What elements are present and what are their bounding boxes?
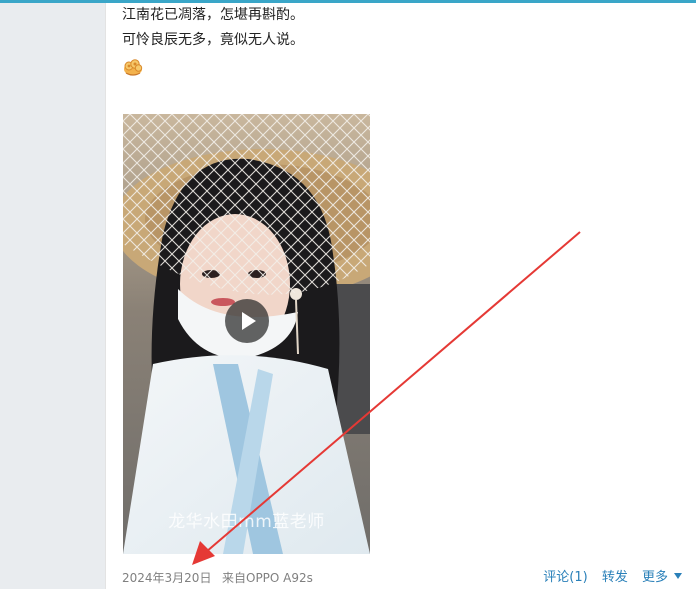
flower-bouquet-icon xyxy=(124,59,143,76)
play-button[interactable] xyxy=(225,299,269,343)
post-date[interactable]: 2024年3月20日 xyxy=(122,569,211,587)
post-actions: 评论(1) 转发 更多 xyxy=(543,569,682,587)
post-source: 来自OPPO A92s xyxy=(222,571,313,585)
comment-link[interactable]: 评论(1) xyxy=(543,569,587,587)
post-text-line-2: 可怜良辰无多，竟似无人说。 xyxy=(122,32,304,48)
video-watermark: 龙华水田mm蓝老师 xyxy=(168,512,325,532)
video-thumbnail[interactable]: 龙华水田mm蓝老师 xyxy=(123,114,370,554)
post-card: 江南花已凋落，怎堪再斟酌。 可怜良辰无多，竟似无人说。 龙华水田mm蓝老师 20… xyxy=(105,3,696,589)
caret-down-icon xyxy=(674,573,682,579)
post-text-line-1: 江南花已凋落，怎堪再斟酌。 xyxy=(122,7,304,23)
more-menu[interactable]: 更多 xyxy=(642,569,682,587)
more-label: 更多 xyxy=(641,570,668,585)
play-icon xyxy=(242,312,256,330)
repost-link[interactable]: 转发 xyxy=(602,569,628,587)
post-footer: 2024年3月20日 来自OPPO A92s 评论(1) 转发 更多 xyxy=(122,569,682,587)
